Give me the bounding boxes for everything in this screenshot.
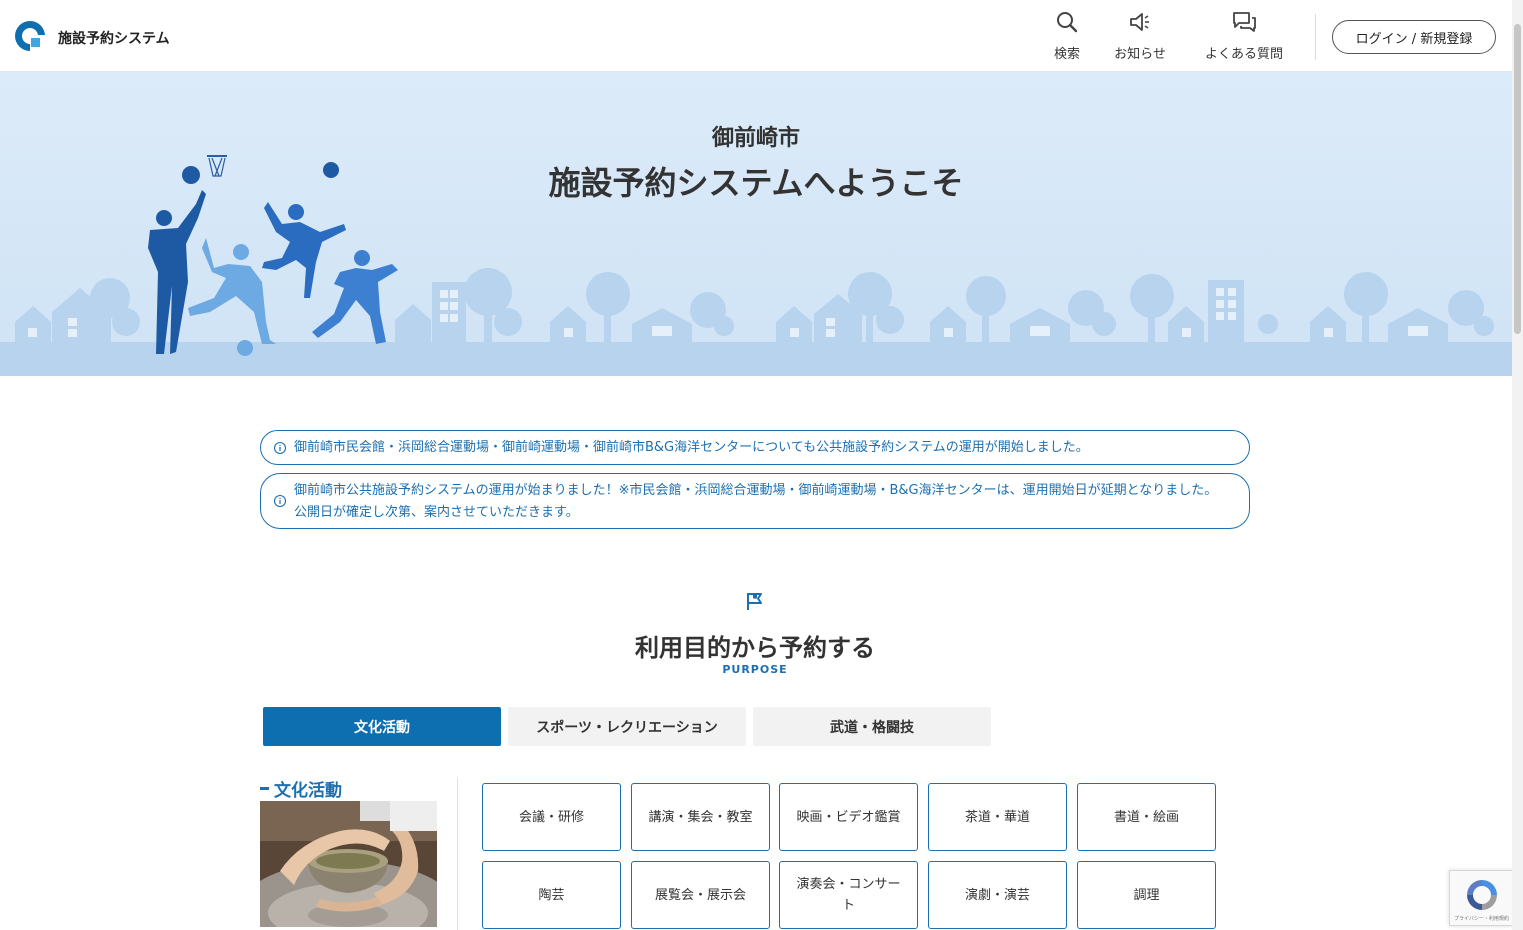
purpose-title-en: PURPOSE [722, 663, 788, 676]
purpose-button[interactable]: 演劇・演芸 [928, 861, 1067, 929]
purpose-button[interactable]: 陶芸 [482, 861, 621, 929]
purpose-button[interactable]: 会議・研修 [482, 783, 621, 851]
purpose-button[interactable]: 映画・ビデオ鑑賞 [779, 783, 918, 851]
nav-faq-label: よくある質問 [1204, 47, 1283, 62]
tab-martial-arts[interactable]: 武道・格闘技 [753, 707, 991, 746]
site-header: 施設予約システム 検索 お知らせ よくある質問 ログイン / 新規登録 [0, 0, 1512, 72]
notice-text: 御前崎市民会館・浜岡総合運動場・御前崎運動場・御前崎市B&G海洋センターについて… [294, 440, 1089, 455]
notice-text: 御前崎市公共施設予約システムの運用が始まりました！※市民会館・浜岡総合運動場・御… [294, 483, 1218, 520]
pottery-photo [260, 801, 437, 927]
tab-sports-recreation[interactable]: スポーツ・レクリエーション [508, 707, 746, 746]
flag-icon [747, 593, 762, 610]
purpose-button[interactable]: 茶道・華道 [928, 783, 1067, 851]
notice-item[interactable]: 御前崎市民会館・浜岡総合運動場・御前崎運動場・御前崎市B&G海洋センターについて… [260, 430, 1250, 465]
purpose-button[interactable]: 演奏会・コンサート [779, 861, 918, 929]
hero-subtitle: 御前崎市 [711, 126, 800, 151]
info-icon [273, 441, 287, 454]
recaptcha-footer[interactable]: プライバシー・利用規約 [1454, 915, 1509, 922]
site-logo-icon[interactable] [14, 20, 46, 52]
page-scrollbar[interactable] [1512, 0, 1523, 930]
info-icon [273, 494, 287, 508]
nav-faq[interactable]: よくある質問 [1198, 10, 1290, 62]
recaptcha-icon [1467, 880, 1497, 910]
purpose-button[interactable]: 書道・絵画 [1077, 783, 1216, 851]
purpose-button[interactable]: 調理 [1077, 861, 1216, 929]
purpose-button[interactable]: 講演・集会・教室 [631, 783, 770, 851]
hero-banner: 御前崎市 施設予約システムへようこそ [0, 72, 1512, 376]
login-register-button[interactable]: ログイン / 新規登録 [1332, 20, 1496, 54]
category-heading-label: 文化活動 [274, 781, 342, 801]
site-brand[interactable]: 施設予約システム [58, 28, 170, 48]
purpose-title: 利用目的から予約する [635, 634, 875, 662]
category-image-pottery [260, 801, 437, 927]
tab-culture[interactable]: 文化活動 [263, 707, 501, 746]
nav-search[interactable]: 検索 [1048, 10, 1086, 62]
nav-news-label: お知らせ [1114, 47, 1166, 62]
category-divider [457, 778, 458, 930]
nav-news[interactable]: お知らせ [1108, 10, 1172, 62]
search-icon [1057, 12, 1078, 33]
hero-illustration [0, 155, 1512, 376]
nav-divider [1315, 14, 1316, 60]
hero-title: 施設予約システムへようこそ [548, 164, 964, 202]
nav-search-label: 検索 [1053, 47, 1080, 62]
notice-item[interactable]: 御前崎市公共施設予約システムの運用が始まりました！※市民会館・浜岡総合運動場・御… [260, 473, 1250, 529]
category-heading: 文化活動 [260, 776, 342, 801]
chat-icon [1233, 12, 1256, 32]
megaphone-icon [1130, 13, 1149, 31]
category-heading-dash [260, 787, 269, 790]
purpose-button[interactable]: 展覧会・展示会 [631, 861, 770, 929]
scrollbar-thumb[interactable] [1514, 24, 1521, 334]
recaptcha-badge[interactable]: プライバシー・利用規約 [1449, 870, 1513, 926]
